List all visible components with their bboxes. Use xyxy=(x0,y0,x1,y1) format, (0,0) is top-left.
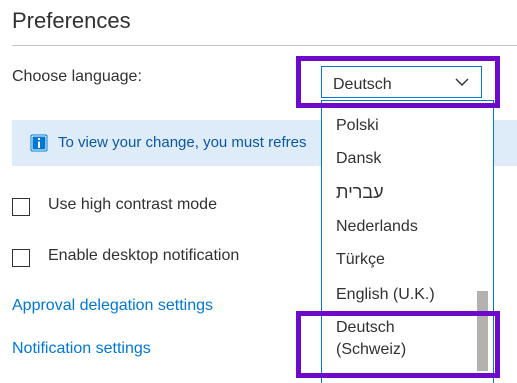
language-option-polski[interactable]: Polski xyxy=(336,115,379,137)
choose-language-label: Choose language: xyxy=(12,68,142,85)
language-option-nederlands[interactable]: Nederlands xyxy=(336,216,418,238)
info-banner-text: To view your change, you must refres xyxy=(58,134,307,151)
language-select[interactable]: Deutsch xyxy=(321,66,482,98)
approval-delegation-settings-link[interactable]: Approval delegation settings xyxy=(12,297,213,315)
language-select-value: Deutsch xyxy=(333,76,392,93)
language-option-hebrew[interactable]: עברית xyxy=(336,181,384,203)
info-icon xyxy=(30,134,48,152)
page-title: Preferences xyxy=(12,8,131,33)
deutsch-schweiz-line1: Deutsch xyxy=(336,319,395,336)
desktop-notification-label: Enable desktop notification xyxy=(48,247,240,264)
language-option-english-uk[interactable]: English (U.K.) xyxy=(336,284,435,306)
chevron-down-icon xyxy=(455,78,469,86)
language-option-dansk[interactable]: Dansk xyxy=(336,148,381,170)
dropdown-scrollbar-thumb[interactable] xyxy=(477,291,488,371)
language-option-deutsch-schweiz[interactable]: Deutsch (Schweiz) xyxy=(336,317,406,361)
high-contrast-label: Use high contrast mode xyxy=(48,196,217,213)
language-dropdown-list[interactable]: Polski Dansk עברית Nederlands Türkçe Eng… xyxy=(321,100,494,383)
desktop-notification-checkbox[interactable] xyxy=(12,249,30,267)
language-option-turkce[interactable]: Türkçe xyxy=(336,249,385,271)
notification-settings-link[interactable]: Notification settings xyxy=(12,340,151,358)
high-contrast-checkbox[interactable] xyxy=(12,198,30,216)
title-divider xyxy=(12,45,517,46)
deutsch-schweiz-line2: (Schweiz) xyxy=(336,341,407,358)
